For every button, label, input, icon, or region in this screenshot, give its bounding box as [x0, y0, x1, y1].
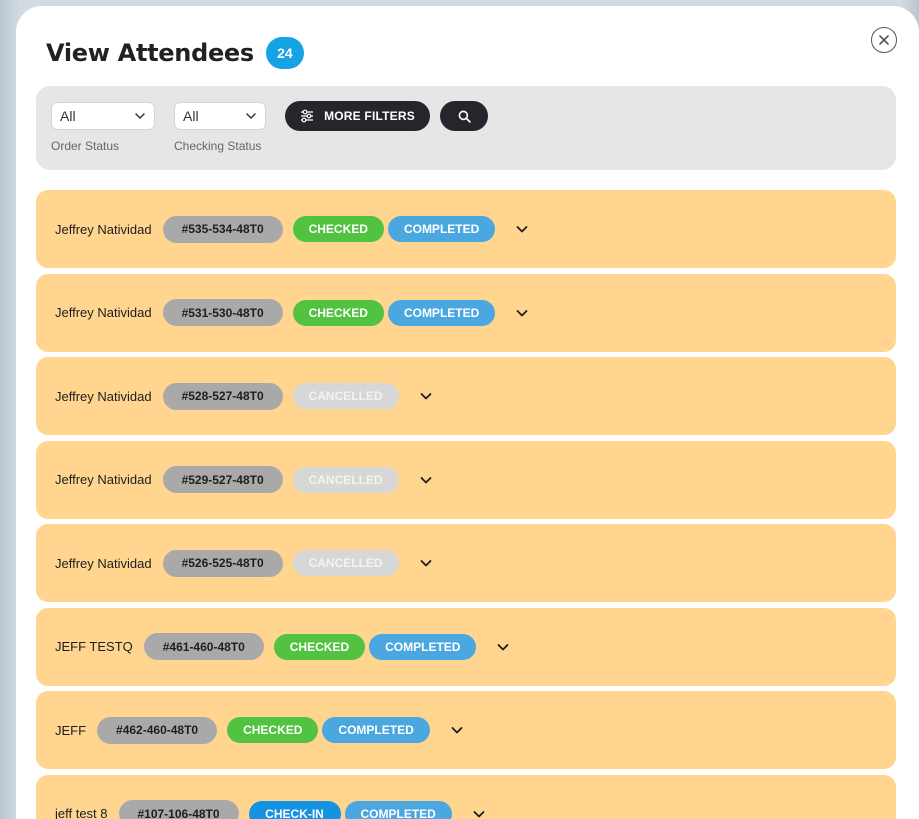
- status-badge-checked: CHECKED: [227, 717, 319, 743]
- sliders-icon: [301, 109, 314, 123]
- status-badge-completed: COMPLETED: [344, 800, 452, 819]
- expand-row-button[interactable]: [496, 639, 512, 655]
- status-badges: CANCELLED: [292, 550, 409, 576]
- order-number-badge: #535-534-48T0: [162, 215, 283, 243]
- status-badges: CHECK-IN COMPLETED: [248, 800, 462, 819]
- order-status-filter: All Order Status: [51, 102, 155, 153]
- expand-row-button[interactable]: [419, 472, 435, 488]
- attendee-name: Jeffrey Natividad: [55, 472, 152, 487]
- page-title: View Attendees: [46, 39, 254, 67]
- order-status-select[interactable]: All: [51, 102, 155, 130]
- order-number-badge: #531-530-48T0: [162, 299, 283, 326]
- attendee-row[interactable]: JEFF #462-460-48T0 CHECKED COMPLETED: [36, 691, 896, 769]
- status-badges: CANCELLED: [292, 466, 409, 493]
- attendee-name: JEFF: [55, 722, 87, 738]
- status-badge-completed: COMPLETED: [387, 216, 496, 242]
- attendee-row[interactable]: Jeffrey Natividad #526-525-48T0 CANCELLE…: [36, 524, 896, 602]
- expand-row-button[interactable]: [419, 555, 435, 571]
- status-badge-checked: CHECKED: [292, 216, 384, 242]
- more-filters-label: MORE FILTERS: [324, 109, 415, 123]
- search-button[interactable]: [440, 101, 488, 131]
- attendee-count-badge: 24: [265, 37, 304, 69]
- status-badges: CHECKED COMPLETED: [292, 299, 506, 326]
- order-status-value: All: [60, 108, 76, 124]
- status-badges: CHECKED COMPLETED: [273, 633, 487, 660]
- checking-status-value: All: [183, 108, 199, 124]
- attendee-name: Jeffrey Natividad: [55, 221, 152, 237]
- expand-row-button[interactable]: [515, 221, 531, 237]
- chevron-down-icon: [420, 393, 431, 400]
- chevron-down-icon: [516, 226, 528, 233]
- chevron-down-icon: [246, 113, 256, 120]
- status-badge-completed: COMPLETED: [322, 717, 430, 743]
- filter-bar: All Order Status All Checking Status MOR…: [36, 86, 896, 170]
- checking-status-filter: All Checking Status: [174, 102, 266, 153]
- more-filters-button[interactable]: MORE FILTERS: [285, 101, 430, 131]
- chevron-down-icon: [420, 476, 431, 483]
- order-status-caption: Order Status: [51, 139, 120, 153]
- status-badges: CANCELLED: [292, 383, 409, 409]
- expand-row-button[interactable]: [419, 388, 435, 404]
- attendee-row[interactable]: Jeffrey Natividad #531-530-48T0 CHECKED C…: [36, 273, 896, 352]
- expand-row-button[interactable]: [472, 806, 488, 819]
- title-row: View Attendees 24: [46, 37, 304, 69]
- close-button[interactable]: [871, 27, 897, 53]
- expand-row-button[interactable]: [450, 722, 466, 738]
- status-badge-cancelled: CANCELLED: [292, 466, 399, 493]
- chevron-down-icon: [451, 727, 463, 734]
- order-number-badge: #461-460-48T0: [143, 633, 264, 660]
- status-badge-completed: COMPLETED: [387, 299, 496, 326]
- order-number-badge: #462-460-48T0: [97, 716, 218, 744]
- attendee-name: Jeffrey Natividad: [55, 305, 152, 320]
- status-badge-cancelled: CANCELLED: [292, 550, 399, 576]
- status-badge-check-in: CHECK-IN: [248, 800, 341, 819]
- attendee-name: jeff test 8: [55, 806, 108, 819]
- attendee-name: Jeffrey Natividad: [55, 388, 152, 404]
- checking-status-select[interactable]: All: [174, 102, 266, 130]
- search-icon: [458, 110, 471, 123]
- close-icon: [879, 35, 889, 45]
- chevron-down-icon: [473, 810, 485, 817]
- order-number-badge: #107-106-48T0: [118, 800, 239, 819]
- attendee-row[interactable]: Jeffrey Natividad #529-527-48T0 CANCELLE…: [36, 440, 896, 519]
- order-number-badge: #529-527-48T0: [162, 466, 283, 493]
- chevron-down-icon: [516, 309, 528, 316]
- attendee-row[interactable]: Jeffrey Natividad #535-534-48T0 CHECKED C…: [36, 190, 896, 268]
- attendee-name: Jeffrey Natividad: [55, 555, 152, 571]
- order-number-badge: #528-527-48T0: [162, 382, 283, 410]
- status-badges: CHECKED COMPLETED: [227, 717, 440, 743]
- status-badge-checked: CHECKED: [292, 299, 384, 326]
- attendee-name: JEFF TESTQ: [55, 639, 133, 654]
- attendee-row[interactable]: Jeffrey Natividad #528-527-48T0 CANCELLE…: [36, 357, 896, 435]
- attendee-row[interactable]: jeff test 8 #107-106-48T0 CHECK-IN COMPLE…: [36, 774, 896, 819]
- chevron-down-icon: [135, 113, 145, 120]
- chevron-down-icon: [420, 560, 431, 567]
- attendee-list: Jeffrey Natividad #535-534-48T0 CHECKED C…: [36, 190, 896, 819]
- chevron-down-icon: [498, 643, 509, 650]
- status-badge-completed: COMPLETED: [369, 633, 477, 660]
- status-badge-cancelled: CANCELLED: [292, 383, 399, 409]
- order-number-badge: #526-525-48T0: [162, 549, 283, 577]
- attendee-row[interactable]: JEFF TESTQ #461-460-48T0 CHECKED COMPLETE…: [36, 607, 896, 686]
- checking-status-caption: Checking Status: [174, 139, 262, 153]
- status-badge-checked: CHECKED: [273, 633, 366, 660]
- status-badges: CHECKED COMPLETED: [292, 216, 506, 242]
- expand-row-button[interactable]: [515, 305, 531, 321]
- attendees-modal: View Attendees 24 All Order Status All C…: [16, 6, 919, 819]
